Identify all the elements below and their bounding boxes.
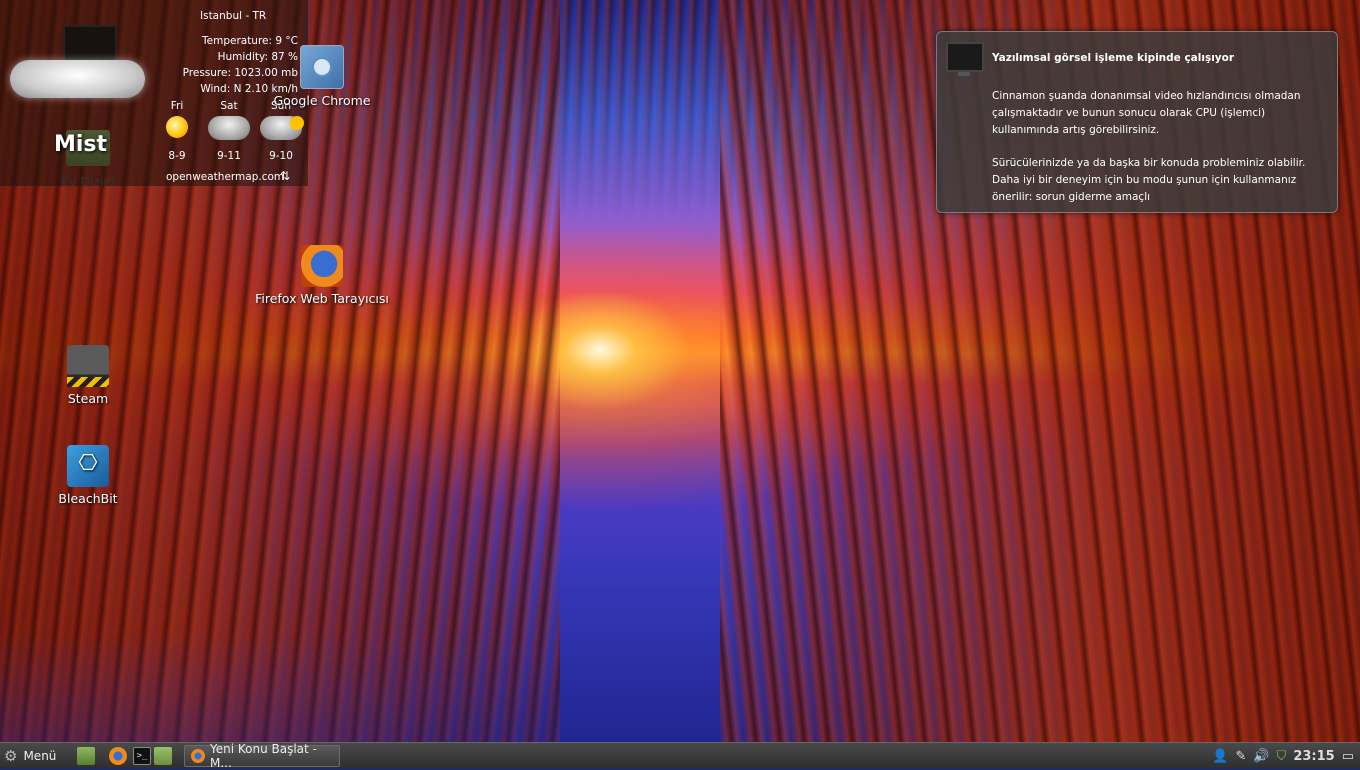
forecast-day: Sat 9-11 [204, 100, 254, 162]
desktop-icon-bleachbit[interactable]: BleachBit [18, 445, 158, 506]
desktop-icon-steam[interactable]: Steam [18, 345, 158, 406]
taskbar: ⚙ Menü >_ Yeni Konu Başlat - M... 👤 ✎ 🔊 … [0, 742, 1360, 770]
desktop-icon-chrome[interactable]: Google Chrome [252, 45, 392, 108]
forecast-day-name: Sat [220, 100, 238, 112]
forecast-day-name: Fri [170, 100, 184, 112]
firefox-icon [191, 749, 205, 763]
menu-label: Menü [23, 749, 57, 763]
desktop-icon-firefox[interactable]: Firefox Web Tarayıcısı [252, 245, 392, 306]
desktop-icon-label: Firefox Web Tarayıcısı [255, 291, 389, 306]
weather-forecast: Fri 8-9 Sat 9-11 Sun 9-10 [160, 100, 305, 170]
taskbar-window-button[interactable]: Yeni Konu Başlat - M... [184, 742, 340, 770]
launcher-show-desktop[interactable] [77, 747, 95, 765]
refresh-icon[interactable]: ⇅ [280, 169, 290, 183]
desktop-icon-label: Google Chrome [273, 93, 371, 108]
weather-city: Istanbul - TR [200, 10, 267, 22]
launcher-terminal[interactable]: >_ [133, 747, 151, 765]
forecast-day: Sun 9-10 [256, 100, 306, 162]
system-tray: 👤 ✎ 🔊 ⛉ 23:15 ▭ [1212, 743, 1360, 769]
home-folder-overlay-text: Mist [54, 132, 108, 157]
weather-source-link[interactable]: openweathermap.com [166, 171, 284, 183]
steam-icon [67, 345, 109, 387]
display-icon[interactable]: ▭ [1342, 749, 1354, 764]
forecast-range: 9-10 [269, 150, 293, 162]
storm-cloud-icon [208, 116, 250, 140]
bleachbit-icon [67, 445, 109, 487]
notification-paragraph: Sürücülerinizde ya da başka bir konuda p… [992, 157, 1306, 203]
network-icon[interactable]: ✎ [1235, 749, 1246, 764]
clock[interactable]: 23:15 [1293, 749, 1334, 764]
gear-icon: ⚙ [4, 747, 18, 765]
notification-title: Yazılımsal görsel işleme kipinde çalışıy… [992, 52, 1235, 64]
firefox-icon [301, 245, 343, 287]
window-title: Yeni Konu Başlat - M... [210, 742, 317, 770]
user-icon[interactable]: 👤 [1212, 749, 1228, 764]
menu-button[interactable]: ⚙ Menü [4, 747, 56, 765]
notification-popup[interactable]: Yazılımsal görsel işleme kipinde çalışıy… [936, 31, 1338, 213]
update-shield-icon[interactable]: ⛉ [1277, 749, 1287, 764]
desktop-icon-label: Steam [67, 391, 109, 406]
notification-paragraph: Cinnamon şuanda donanımsal video hızland… [992, 90, 1301, 136]
forecast-range: 8-9 [168, 150, 186, 162]
notification-body: Cinnamon şuanda donanımsal video hızland… [992, 88, 1322, 222]
volume-icon[interactable]: 🔊 [1253, 749, 1269, 764]
chrome-icon [300, 45, 344, 89]
forecast-day: Fri 8-9 [152, 100, 202, 162]
forecast-range: 9-11 [217, 150, 241, 162]
launcher-file-manager[interactable] [154, 747, 172, 765]
launcher-firefox[interactable] [109, 747, 127, 765]
monitor-icon [946, 42, 984, 76]
desktop-icon-label: BleachBit [58, 491, 118, 506]
sun-icon [166, 116, 188, 138]
